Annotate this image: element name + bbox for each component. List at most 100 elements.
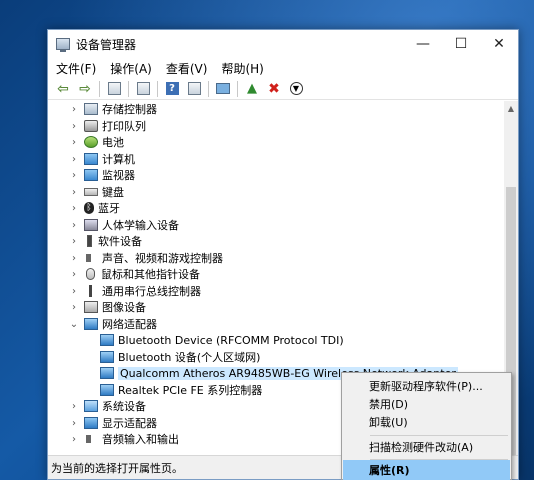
expand-icon[interactable]: › xyxy=(68,104,80,115)
menu-item-scan[interactable]: 扫描检测硬件改动(A) xyxy=(343,437,510,457)
tree-item-sound[interactable]: › 声音、视频和游戏控制器 xyxy=(68,250,223,266)
usb-icon xyxy=(84,285,98,297)
battery-icon xyxy=(84,136,98,148)
tree-item-usb[interactable]: › 通用串行总线控制器 xyxy=(68,283,201,299)
menu-file[interactable]: 文件(F) xyxy=(56,60,96,77)
tree-item-battery[interactable]: › 电池 xyxy=(68,134,124,150)
tree-item-keyboard[interactable]: › 键盘 xyxy=(68,184,124,200)
tree-item-computer[interactable]: › 计算机 xyxy=(68,151,135,167)
tree-item-label: 显示适配器 xyxy=(102,417,157,430)
expand-icon[interactable]: › xyxy=(68,418,80,429)
tree-item-label: 电池 xyxy=(102,136,124,149)
uninstall-icon[interactable]: ✖ xyxy=(265,80,283,98)
properties-icon[interactable] xyxy=(134,80,152,98)
expand-icon[interactable]: › xyxy=(68,269,80,280)
toolbar-separator xyxy=(237,80,238,97)
network-adapter-icon xyxy=(84,318,98,330)
expand-icon[interactable]: › xyxy=(68,203,80,214)
toolbar-separator xyxy=(99,80,100,97)
close-button[interactable]: ✕ xyxy=(480,30,518,58)
tree-item-realtek[interactable]: Realtek PCIe FE 系列控制器 xyxy=(96,382,262,398)
tree-item-hid[interactable]: › 人体学输入设备 xyxy=(68,217,179,233)
tree-item-label: 声音、视频和游戏控制器 xyxy=(102,252,223,265)
camera-icon xyxy=(84,301,98,313)
toolbar-separator xyxy=(208,80,209,97)
menu-item-disable[interactable]: 禁用(D) xyxy=(343,394,510,414)
tree-item-imaging[interactable]: › 图像设备 xyxy=(68,299,146,315)
display-adapter-icon xyxy=(84,417,98,429)
expand-icon[interactable]: › xyxy=(68,253,80,264)
show-hide-console-tree-icon[interactable] xyxy=(105,80,123,98)
tree-item-label: 打印队列 xyxy=(102,120,146,133)
scroll-up-icon[interactable]: ▲ xyxy=(504,101,518,115)
expand-icon[interactable]: › xyxy=(68,121,80,132)
storage-controller-icon xyxy=(84,103,98,115)
network-adapter-icon xyxy=(100,351,114,363)
help-icon[interactable]: ? xyxy=(163,80,181,98)
expand-icon[interactable]: › xyxy=(68,302,80,313)
tree-item-mouse[interactable]: › 鼠标和其他指针设备 xyxy=(68,266,200,282)
window-title: 设备管理器 xyxy=(76,37,137,52)
tree-item-software[interactable]: › 软件设备 xyxy=(68,233,142,249)
tree-item-audio-io[interactable]: › 音频输入和输出 xyxy=(68,431,179,447)
tree-item-label: 监视器 xyxy=(102,169,135,182)
tree-item-label: 音频输入和输出 xyxy=(102,433,179,446)
expand-icon[interactable]: › xyxy=(68,220,80,231)
menu-item-uninstall[interactable]: 卸载(U) xyxy=(343,412,510,432)
menu-action[interactable]: 操作(A) xyxy=(110,60,152,77)
menu-view[interactable]: 查看(V) xyxy=(166,60,208,77)
expand-icon[interactable]: › xyxy=(68,187,80,198)
menu-help[interactable]: 帮助(H) xyxy=(221,60,263,77)
scan-hardware-icon[interactable] xyxy=(214,80,232,98)
minimize-button[interactable]: — xyxy=(404,30,442,58)
update-driver-icon[interactable]: ▲ xyxy=(243,80,261,98)
tree-item-bluetooth[interactable]: › ᛒ 蓝牙 xyxy=(68,200,120,216)
expand-icon[interactable]: › xyxy=(68,170,80,181)
software-device-icon xyxy=(87,235,92,247)
expand-icon[interactable]: › xyxy=(68,401,80,412)
tree-item-storage[interactable]: › 存储控制器 xyxy=(68,101,157,117)
monitor-icon xyxy=(84,169,98,181)
expand-icon[interactable]: › xyxy=(68,434,80,445)
back-icon[interactable]: ⇦ xyxy=(54,80,72,98)
menu-item-properties[interactable]: 属性(R) xyxy=(343,460,510,480)
expand-icon[interactable]: › xyxy=(68,154,80,165)
tree-item-label: Bluetooth 设备(个人区域网) xyxy=(118,351,261,364)
tree-item-bt-rfcomm[interactable]: Bluetooth Device (RFCOMM Protocol TDI) xyxy=(96,332,344,348)
tree-item-label: 软件设备 xyxy=(98,235,142,248)
menu-separator xyxy=(370,435,508,436)
tree-item-label: 系统设备 xyxy=(102,400,146,413)
tree-item-print-queue[interactable]: › 打印队列 xyxy=(68,118,146,134)
device-manager-icon xyxy=(56,38,70,52)
tree-item-monitors[interactable]: › 监视器 xyxy=(68,167,135,183)
tree-item-network[interactable]: ⌄ 网络适配器 xyxy=(68,316,157,332)
maximize-button[interactable]: ☐ xyxy=(442,30,480,58)
tree-item-label: Realtek PCIe FE 系列控制器 xyxy=(118,384,263,397)
tree-item-display[interactable]: › 显示适配器 xyxy=(68,415,157,431)
expand-icon[interactable]: › xyxy=(68,137,80,148)
expand-icon[interactable]: › xyxy=(68,236,80,247)
show-hide-action-pane-icon[interactable] xyxy=(185,80,203,98)
status-text: 为当前的选择打开属性页。 xyxy=(51,461,183,475)
tree-item-label: 图像设备 xyxy=(102,301,146,314)
toolbar: ⇦ ⇨ ? ▲ ✖ ▼ xyxy=(48,78,518,100)
context-menu: 更新驱动程序软件(P)... 禁用(D) 卸载(U) 扫描检测硬件改动(A) 属… xyxy=(341,372,512,480)
keyboard-icon xyxy=(84,188,98,196)
tree-item-label: 通用串行总线控制器 xyxy=(102,285,201,298)
tree-item-label: 蓝牙 xyxy=(98,202,120,215)
tree-item-system[interactable]: › 系统设备 xyxy=(68,398,146,414)
speaker-icon xyxy=(84,252,98,264)
tree-item-bt-pan[interactable]: Bluetooth 设备(个人区域网) xyxy=(96,349,260,365)
toolbar-separator xyxy=(157,80,158,97)
network-adapter-icon xyxy=(100,334,114,346)
menu-item-update-driver[interactable]: 更新驱动程序软件(P)... xyxy=(343,376,510,396)
collapse-icon[interactable]: ⌄ xyxy=(68,319,80,330)
bluetooth-icon: ᛒ xyxy=(84,202,94,214)
human-interface-device-icon xyxy=(84,219,98,231)
tree-item-label: 人体学输入设备 xyxy=(102,219,179,232)
forward-icon[interactable]: ⇨ xyxy=(76,80,94,98)
network-adapter-icon xyxy=(100,384,114,396)
mouse-icon xyxy=(86,268,95,280)
expand-icon[interactable]: › xyxy=(68,286,80,297)
enable-device-icon[interactable]: ▼ xyxy=(287,80,305,98)
